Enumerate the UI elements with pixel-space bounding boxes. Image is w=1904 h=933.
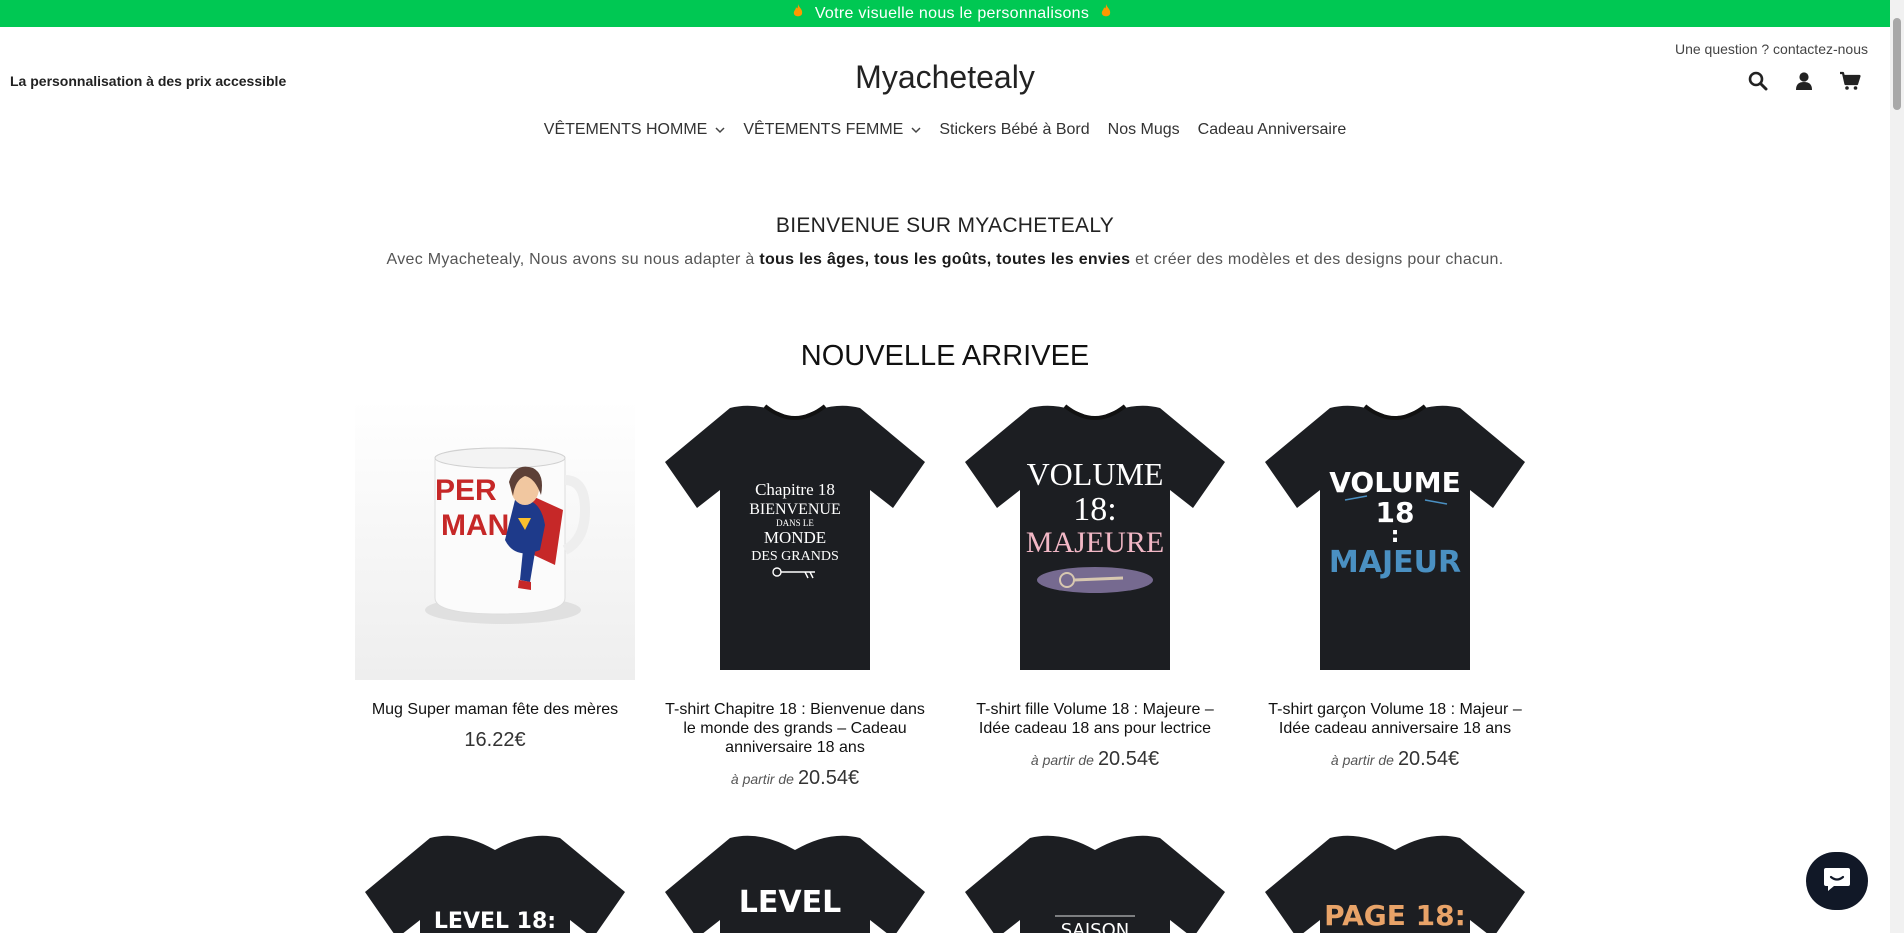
price-value: 20.54€ <box>1397 748 1460 770</box>
shirt-text-line: DANS LE <box>776 518 814 528</box>
shirt-text-line: VOLUME <box>1027 456 1164 492</box>
nav-item-vetements-femme[interactable]: VÊTEMENTS FEMME <box>743 121 921 139</box>
product-name[interactable]: T-shirt Chapitre 18 : Bienvenue dans le … <box>655 700 935 757</box>
shirt-text-line: LEVEL <box>739 885 841 920</box>
chevron-down-icon <box>715 126 725 137</box>
nav-item-label: Stickers Bébé à Bord <box>939 121 1090 138</box>
product-card[interactable]: PER MAN Mug Super maman fête des mères 1… <box>355 400 635 790</box>
fire-icon <box>792 0 804 27</box>
scrollbar-thumb[interactable] <box>1893 18 1901 110</box>
price-from-label: à partir de <box>730 771 794 787</box>
shirt-text-line: VOLUME <box>1329 466 1461 499</box>
price-from-label: à partir de <box>1330 752 1394 768</box>
mug-text-line: MAN <box>441 509 509 542</box>
shirt-text-line: BIENVENUE <box>749 501 841 518</box>
chat-button[interactable] <box>1806 852 1868 910</box>
product-image[interactable]: Chapitre 18 BIENVENUE DANS LE MONDE DES … <box>655 400 935 680</box>
chat-icon <box>1822 865 1852 898</box>
welcome-text-after: et créer des modèles et des designs pour… <box>1130 251 1504 268</box>
header-icons <box>1746 69 1862 93</box>
shirt-text-line: PAGE 18: <box>1324 899 1466 932</box>
price-value: 20.54€ <box>797 767 860 789</box>
welcome-text-before: Avec Myachetealy, Nous avons su nous ada… <box>386 251 760 268</box>
nav-item-cadeau-anniversaire[interactable]: Cadeau Anniversaire <box>1198 121 1347 139</box>
product-price: à partir de 20.54€ <box>1255 748 1535 771</box>
contact-link[interactable]: Une question ? contactez-nous <box>1675 41 1868 57</box>
product-image[interactable]: VOLUME 18 : MAJEUR <box>1255 400 1535 680</box>
product-price: 16.22€ <box>464 729 526 751</box>
announcement-text: Votre visuelle nous le personnalisons <box>814 5 1090 22</box>
shirt-text-line: MONDE <box>764 528 826 547</box>
product-price: à partir de 20.54€ <box>655 767 935 790</box>
chevron-down-icon <box>911 126 921 137</box>
nav-item-label: Cadeau Anniversaire <box>1197 121 1347 138</box>
price-value: 20.54€ <box>1097 748 1160 770</box>
product-price: à partir de 20.54€ <box>955 748 1235 771</box>
cart-icon[interactable] <box>1838 69 1862 93</box>
section-title: NOUVELLE ARRIVEE <box>800 340 1090 372</box>
main-nav: VÊTEMENTS HOMME VÊTEMENTS FEMME Stickers… <box>0 121 1890 139</box>
shirt-text-line: 18: <box>1073 491 1116 528</box>
announcement-bar: Votre visuelle nous le personnalisons <box>0 0 1904 27</box>
shirt-text-line: DES GRANDS <box>751 549 839 564</box>
shirt-text-line: MAJEURE <box>1026 526 1164 559</box>
product-image[interactable]: PAGE 18: <box>1255 830 1535 933</box>
mug-text-line: PER <box>435 474 497 507</box>
shirt-text-line: SAISON <box>1061 920 1129 933</box>
shirt-text-line: LEVEL 18: <box>434 909 556 933</box>
product-card[interactable]: LEVEL <box>655 830 935 933</box>
welcome-section: BIENVENUE SUR MYACHETEALY Avec Myachetea… <box>0 214 1890 269</box>
product-card[interactable]: Chapitre 18 BIENVENUE DANS LE MONDE DES … <box>655 400 935 790</box>
product-image[interactable]: SAISON <box>955 830 1235 933</box>
welcome-title: BIENVENUE SUR MYACHETEALY <box>775 214 1115 237</box>
welcome-text-bold: tous les âges, tous les goûts, toutes le… <box>759 251 1131 268</box>
product-name[interactable]: T-shirt garçon Volume 18 : Majeur – Idée… <box>1255 700 1535 738</box>
nav-item-label: VÊTEMENTS FEMME <box>743 121 904 138</box>
product-name[interactable]: Mug Super maman fête des mères <box>355 700 635 719</box>
search-icon[interactable] <box>1746 69 1770 93</box>
product-grid: PER MAN Mug Super maman fête des mères 1… <box>355 400 1525 790</box>
product-card[interactable]: VOLUME 18: MAJEURE T-shirt fille Volume … <box>955 400 1235 790</box>
product-card[interactable]: VOLUME 18 : MAJEUR T-shirt garçon Volume… <box>1255 400 1535 790</box>
nav-item-label: Nos Mugs <box>1107 121 1180 138</box>
shirt-text-line: Chapitre 18 <box>755 480 835 499</box>
nav-item-vetements-homme[interactable]: VÊTEMENTS HOMME <box>544 121 726 139</box>
price-from-label: à partir de <box>1030 752 1094 768</box>
product-name[interactable]: T-shirt fille Volume 18 : Majeure – Idée… <box>955 700 1235 738</box>
nav-item-mugs[interactable]: Nos Mugs <box>1108 121 1180 139</box>
nav-item-stickers[interactable]: Stickers Bébé à Bord <box>939 121 1089 139</box>
product-card[interactable]: PAGE 18: <box>1255 830 1535 933</box>
product-card[interactable]: LEVEL 18: <box>355 830 635 933</box>
product-grid-row-2: LEVEL 18: LEVEL SAISON PAGE 18: <box>355 830 1525 933</box>
nav-item-label: VÊTEMENTS HOMME <box>543 121 708 138</box>
product-image[interactable]: LEVEL <box>655 830 935 933</box>
site-header: La personnalisation à des prix accessibl… <box>0 27 1890 157</box>
welcome-text: Avec Myachetealy, Nous avons su nous ada… <box>0 251 1890 269</box>
shirt-text-line: MAJEUR <box>1329 545 1461 580</box>
product-card[interactable]: SAISON <box>955 830 1235 933</box>
product-image[interactable]: VOLUME 18: MAJEURE <box>955 400 1235 680</box>
page-scrollbar[interactable] <box>1890 0 1904 933</box>
product-image[interactable]: PER MAN <box>355 400 635 680</box>
user-icon[interactable] <box>1792 69 1816 93</box>
fire-icon <box>1100 0 1112 27</box>
product-image[interactable]: LEVEL 18: <box>355 830 635 933</box>
site-logo[interactable]: Myachetealy <box>0 59 1890 96</box>
